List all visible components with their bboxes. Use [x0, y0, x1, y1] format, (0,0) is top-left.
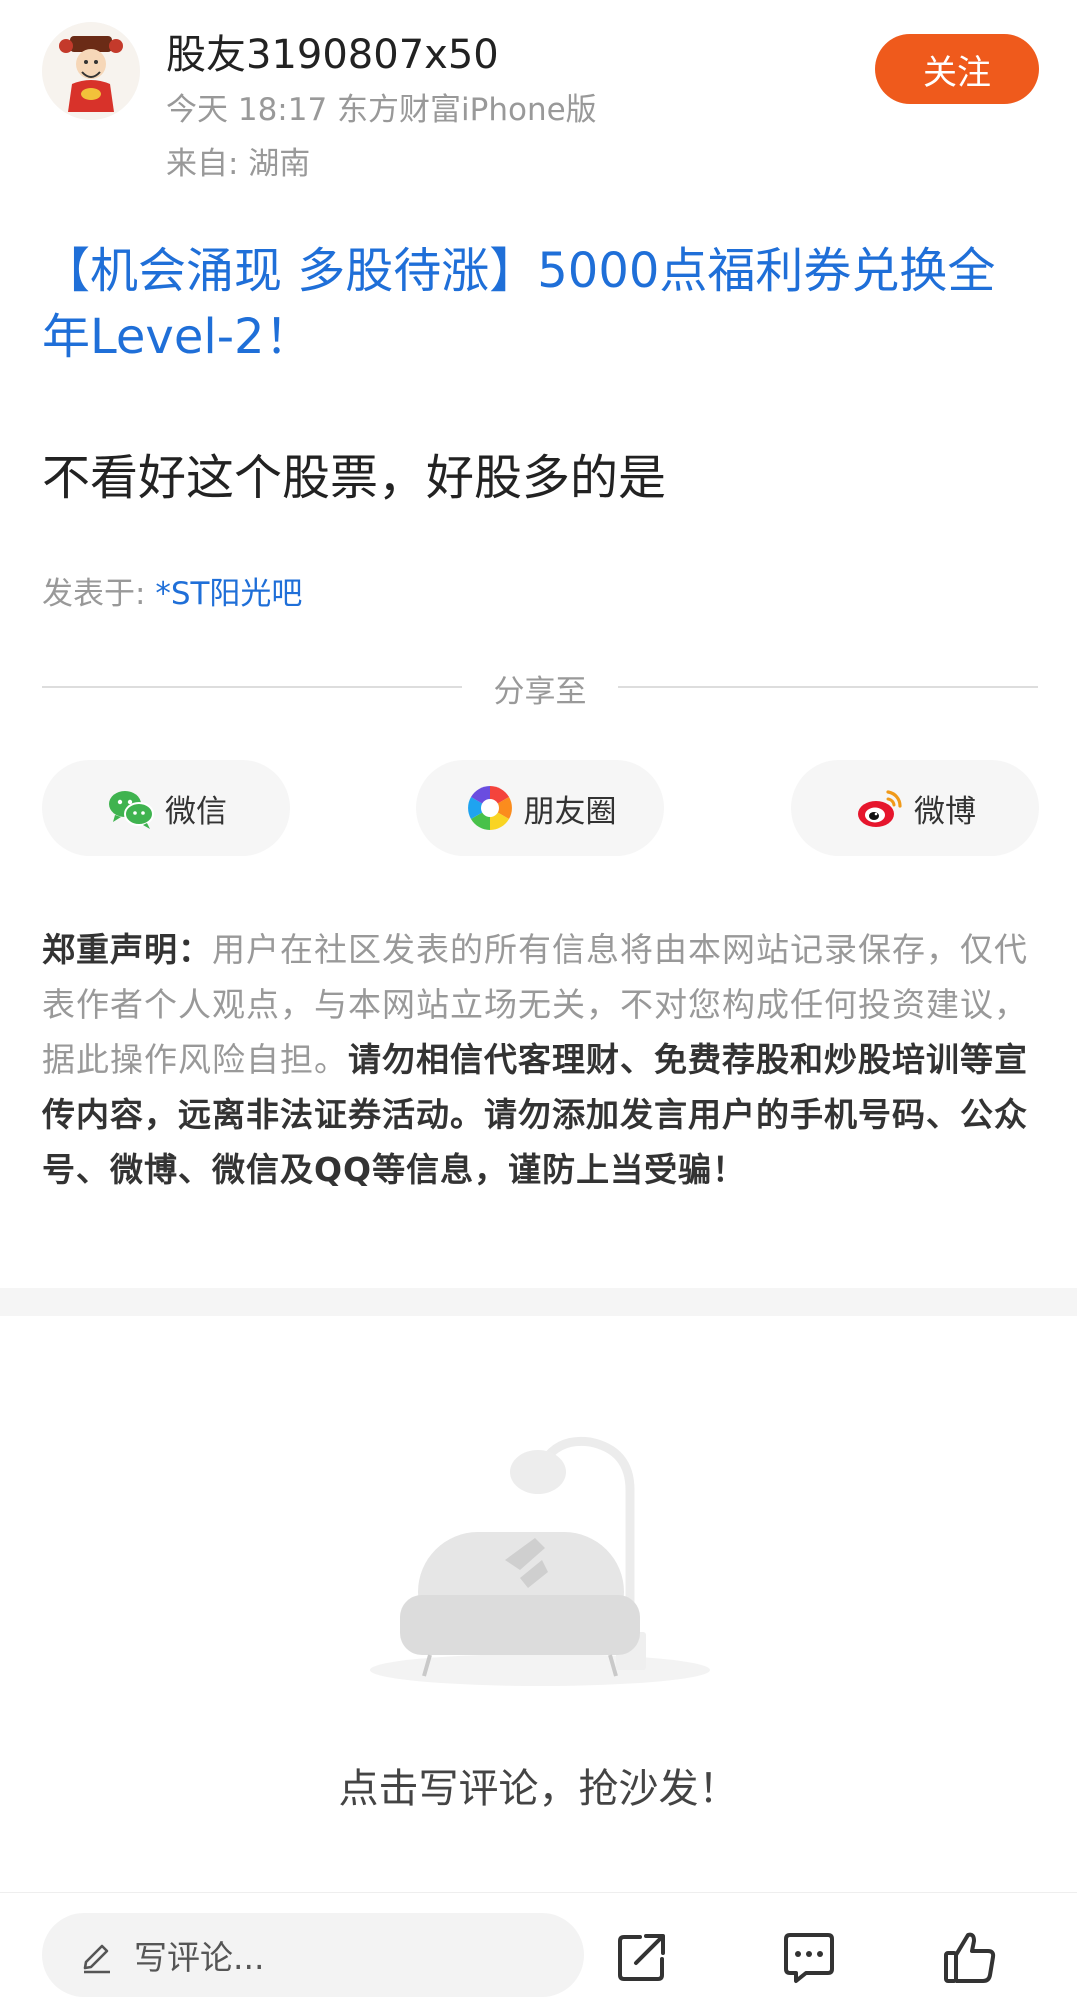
divider [618, 686, 1038, 688]
caishen-avatar-icon [42, 22, 140, 120]
stock-bar-link[interactable]: *ST阳光吧 [155, 576, 302, 612]
share-wechat-button[interactable]: 微信 [42, 760, 290, 856]
avatar[interactable] [42, 22, 140, 120]
post-time-source: 今天 18:17 东方财富iPhone版 [166, 92, 597, 128]
comment-icon[interactable] [778, 1927, 838, 1987]
follow-button[interactable]: 关注 [875, 34, 1039, 104]
post-header: 股友3190807x50 今天 18:17 东方财富iPhone版 来自: 湖南… [0, 0, 1077, 190]
section-separator [0, 1288, 1077, 1316]
author-name[interactable]: 股友3190807x50 [166, 22, 499, 80]
divider [42, 686, 462, 688]
comment-input-placeholder: 写评论... [134, 1938, 265, 1977]
empty-comments-prompt[interactable]: 点击写评论，抢沙发！ [0, 1756, 1077, 1814]
share-weibo-button[interactable]: 微博 [791, 760, 1039, 856]
share-out-icon[interactable] [612, 1927, 672, 1987]
post-title-link[interactable]: 【机会涌现 多股待涨】5000点福利券兑换全年Level-2！ [42, 238, 1042, 370]
bottom-action-bar: 写评论... [0, 1892, 1077, 2015]
thumbs-up-icon[interactable] [940, 1927, 1000, 1987]
disclaimer-heading: 郑重声明： [42, 930, 212, 969]
posted-in: 发表于: *ST阳光吧 [42, 568, 302, 613]
posted-in-prefix: 发表于: [42, 576, 156, 612]
share-moments-label: 朋友圈 [523, 793, 617, 830]
empty-sofa-illustration [320, 1420, 760, 1690]
disclaimer: 郑重声明：用户在社区发表的所有信息将由本网站记录保存，仅代表作者个人观点，与本网… [42, 922, 1040, 1197]
moments-icon [464, 782, 516, 834]
comment-input[interactable]: 写评论... [42, 1913, 584, 1997]
share-label: 分享至 [493, 674, 587, 710]
share-wechat-label: 微信 [165, 793, 227, 830]
share-weibo-label: 微博 [914, 793, 976, 830]
post-location: 来自: 湖南 [166, 146, 311, 182]
share-moments-button[interactable]: 朋友圈 [416, 760, 664, 856]
post-body: 不看好这个股票，好股多的是 [42, 450, 667, 506]
wechat-icon [105, 782, 157, 834]
weibo-icon [854, 782, 906, 834]
pen-icon [83, 1944, 110, 1974]
